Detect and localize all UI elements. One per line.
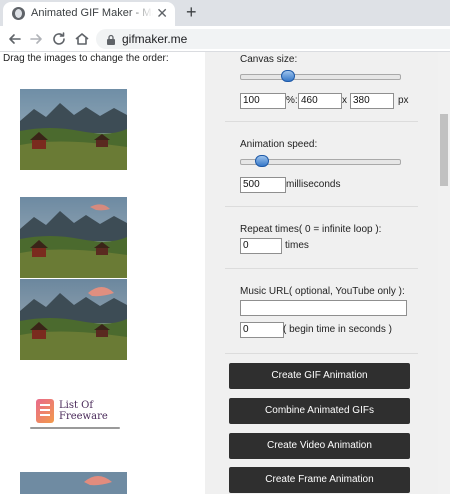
arrow-left-icon[interactable] (6, 30, 24, 48)
address-bar[interactable]: gifmaker.me (96, 29, 450, 49)
reorder-instruction: Drag the images to change the order: (3, 53, 169, 64)
music-url-input[interactable] (240, 300, 407, 316)
frame-thumbnail[interactable] (20, 472, 127, 494)
speed-input[interactable]: 500 (240, 177, 286, 193)
url-text[interactable]: gifmaker.me (122, 32, 187, 46)
begin-time-unit: ( begin time in seconds ) (283, 324, 392, 335)
tab-title: Animated GIF Maker - Make GIFs (31, 7, 153, 19)
times-unit: times (285, 240, 309, 251)
tab-strip: Animated GIF Maker - Make GIFs ✕ + (0, 0, 450, 26)
section-divider (225, 268, 418, 269)
watermark-logo[interactable]: List Of Freeware (25, 397, 125, 433)
logo-text: List Of Freeware (59, 400, 108, 422)
create-frame-button[interactable]: Create Frame Animation (229, 467, 410, 493)
repeat-times-label: Repeat times( 0 = infinite loop ): (240, 224, 382, 235)
px-unit: px (398, 95, 409, 106)
page-scrollbar[interactable] (438, 52, 450, 494)
times-separator: x (342, 95, 347, 106)
canvas-width-input[interactable]: 460 (298, 93, 342, 109)
create-video-button[interactable]: Create Video Animation (229, 433, 410, 459)
browser-toolbar: gifmaker.me (0, 26, 450, 52)
slider-track (240, 74, 401, 80)
animation-speed-label: Animation speed: (240, 139, 318, 150)
new-tab-button[interactable]: + (186, 2, 197, 22)
globe-icon (12, 7, 25, 20)
begin-time-input[interactable]: 0 (240, 322, 284, 338)
canvas-size-label: Canvas size: (240, 54, 298, 65)
scrollbar-thumb[interactable] (440, 114, 448, 186)
canvas-size-slider[interactable] (240, 70, 401, 82)
music-url-label: Music URL( optional, YouTube only ): (240, 286, 405, 297)
create-gif-button[interactable]: Create GIF Animation (229, 363, 410, 389)
logo-underline (30, 427, 120, 429)
animation-speed-slider[interactable] (240, 155, 401, 167)
combine-gifs-button[interactable]: Combine Animated GIFs (229, 398, 410, 424)
home-icon[interactable] (73, 30, 91, 48)
slider-handle[interactable] (281, 70, 295, 82)
list-icon (36, 399, 54, 423)
browser-tab[interactable]: Animated GIF Maker - Make GIFs ✕ (3, 2, 175, 26)
repeat-times-input[interactable]: 0 (240, 238, 282, 254)
frame-thumbnail[interactable] (20, 279, 127, 360)
percent-unit: %: (286, 95, 298, 106)
slider-handle[interactable] (255, 155, 269, 167)
reload-icon[interactable] (50, 30, 68, 48)
frame-thumbnail[interactable] (20, 197, 127, 278)
section-divider (225, 353, 418, 354)
canvas-percent-input[interactable]: 100 (240, 93, 286, 109)
milliseconds-unit: milliseconds (286, 179, 341, 190)
settings-panel: Canvas size: 100 %: 460 x 380 px Animati… (205, 52, 438, 494)
close-tab-icon[interactable]: ✕ (156, 5, 168, 21)
section-divider (225, 206, 418, 207)
section-divider (225, 121, 418, 122)
frames-column: Drag the images to change the order: Lis… (0, 52, 205, 494)
frame-thumbnail[interactable] (20, 89, 127, 170)
lock-icon (105, 33, 117, 45)
arrow-right-icon[interactable] (27, 30, 45, 48)
canvas-height-input[interactable]: 380 (350, 93, 394, 109)
page-content: Drag the images to change the order: Lis… (0, 52, 450, 494)
